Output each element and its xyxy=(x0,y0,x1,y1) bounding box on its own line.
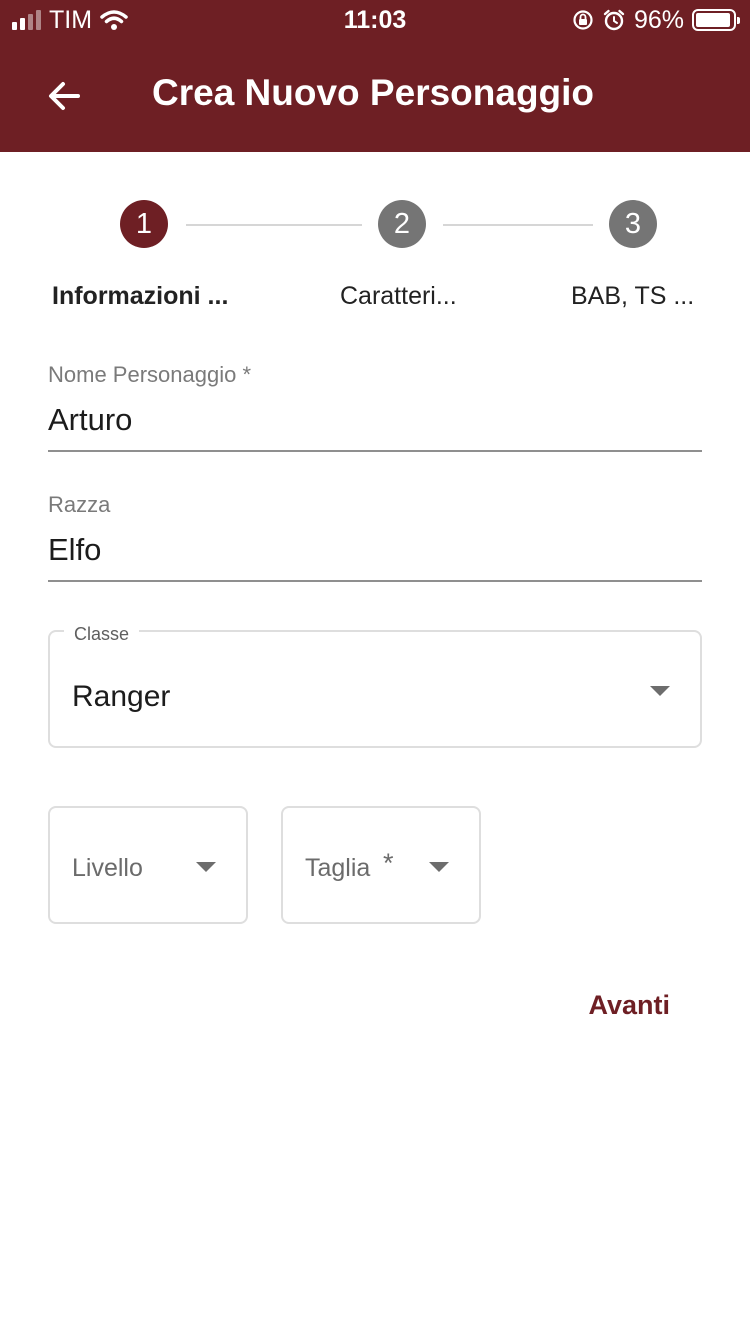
required-asterisk: * xyxy=(383,848,394,878)
nome-personaggio-label: Nome Personaggio * xyxy=(48,362,252,387)
razza-label: Razza xyxy=(48,492,111,517)
classe-select[interactable]: Classe Ranger xyxy=(48,624,702,748)
next-button[interactable]: Avanti xyxy=(588,990,670,1021)
nome-personaggio-input[interactable]: Arturo xyxy=(48,402,132,438)
step-2-label[interactable]: Caratteri... xyxy=(340,282,457,311)
livello-placeholder: Livello xyxy=(72,854,143,882)
app-bar: Crea Nuovo Personaggio xyxy=(0,40,750,152)
top-bar: TIM 11:03 96% Crea Nuovo Personaggio xyxy=(0,0,750,152)
step-3-label[interactable]: BAB, TS ... xyxy=(571,282,694,311)
classe-value: Ranger xyxy=(72,680,171,713)
step-3-circle[interactable]: 3 xyxy=(609,200,657,248)
razza-input[interactable]: Elfo xyxy=(48,532,101,568)
arrow-left-icon[interactable] xyxy=(44,76,84,116)
classe-label: Classe xyxy=(64,624,140,645)
livello-select[interactable]: Livello xyxy=(48,806,248,924)
stepper: 1 2 3 Informazioni ... Caratteri... BAB,… xyxy=(0,200,750,320)
page-title: Crea Nuovo Personaggio xyxy=(152,72,595,113)
taglia-select[interactable]: Taglia * xyxy=(281,806,481,924)
step-connector xyxy=(186,224,362,226)
step-1-number: 1 xyxy=(135,207,153,240)
step-connector xyxy=(443,224,593,226)
chevron-down-icon xyxy=(650,686,670,696)
nome-personaggio-underline xyxy=(48,450,702,452)
chevron-down-icon xyxy=(429,862,449,872)
chevron-down-icon xyxy=(196,862,216,872)
step-1-circle[interactable]: 1 xyxy=(120,200,168,248)
status-bar: TIM 11:03 96% xyxy=(0,0,750,40)
razza-underline xyxy=(48,580,702,582)
step-2-number: 2 xyxy=(393,207,411,240)
step-3-number: 3 xyxy=(624,207,642,240)
battery-icon xyxy=(692,9,740,31)
alarm-icon xyxy=(603,9,625,31)
status-right: 96% xyxy=(572,5,740,34)
taglia-placeholder: Taglia xyxy=(305,854,371,882)
rotation-lock-icon xyxy=(573,10,593,30)
step-1-label[interactable]: Informazioni ... xyxy=(52,282,228,311)
step-2-circle[interactable]: 2 xyxy=(378,200,426,248)
battery-percent: 96% xyxy=(633,5,684,34)
